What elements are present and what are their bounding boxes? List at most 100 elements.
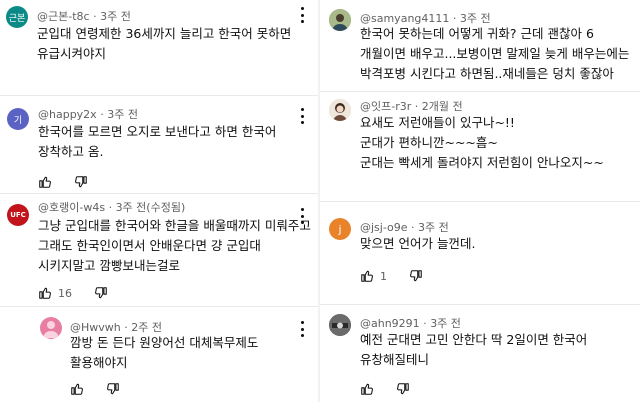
comment-text: 예전 군대면 고민 안한다 딱 2일이면 한국어 유창해질테니 — [360, 330, 587, 370]
person-icon — [43, 321, 59, 338]
thumb-down-icon — [410, 270, 422, 282]
avatar[interactable] — [329, 9, 351, 31]
comment-meta: @잇프-r3r · 2개월 전 — [360, 98, 463, 114]
thumb-up-icon — [361, 270, 373, 282]
dislike-button[interactable] — [106, 382, 120, 396]
comment-actions — [360, 381, 432, 397]
meta-separator: · — [108, 201, 113, 214]
comment-text: 한국어 못하는데 어떻게 귀화? 근데 괜찮아 6 개월이면 배우고...보병이… — [360, 24, 629, 84]
comment-actions: 16 — [38, 285, 130, 301]
thumb-down-icon — [75, 176, 87, 188]
meta-separator: · — [411, 221, 415, 234]
comment-line: 장착하고 옴. — [38, 144, 104, 159]
comment-line: 요새도 저런애들이 있구나~!! — [360, 115, 515, 130]
comment-meta: @ahn9291 · 3주 전 — [360, 315, 461, 331]
thumb-down-icon — [95, 287, 107, 299]
comment: @ahn9291 · 3주 전 예전 군대면 고민 안한다 딱 2일이면 한국어… — [320, 305, 640, 402]
comment-line: 시키지말고 깜빵보내는걸로 — [38, 258, 180, 273]
comment-line: 깜방 돈 든다 원양어선 대체복무제도 — [70, 335, 259, 350]
author-handle[interactable]: @jsj-o9e — [360, 221, 408, 234]
thumb-up-icon — [71, 383, 83, 395]
comment-text: 군입대 연령제한 36세까지 늘리고 한국어 못하면 유급시켜야지 — [37, 24, 291, 64]
comment-line: 군대는 빡세게 돌려야지 저런힘이 안나오지~~ — [360, 155, 604, 170]
dislike-button[interactable] — [409, 269, 423, 283]
more-options-icon[interactable] — [299, 208, 305, 224]
comment-line: 군입대 연령제한 36세까지 늘리고 한국어 못하면 — [37, 26, 292, 41]
avatar-initials: UFC — [10, 211, 26, 219]
like-button[interactable] — [360, 382, 374, 396]
comment-line: 활용해야지 — [70, 355, 128, 370]
comment-line: 예전 군대면 고민 안한다 딱 2일이면 한국어 — [360, 332, 588, 347]
comment-meta: @happy2x · 3주 전 — [38, 106, 138, 122]
avatar[interactable] — [40, 317, 62, 339]
dislike-button[interactable] — [94, 286, 108, 300]
avatar[interactable]: 근본 — [6, 6, 28, 28]
comment-actions — [70, 381, 142, 397]
like-count: 16 — [58, 286, 72, 300]
comment-line: 유급시켜야지 — [37, 46, 107, 61]
thumb-up-icon — [39, 176, 51, 188]
comment-actions: 1 — [360, 268, 445, 284]
comment-line: 그래도 한국인이면서 안배운다면 걍 군입대 — [38, 238, 261, 253]
thumb-up-icon — [39, 287, 51, 299]
comment: 근본 @근본-t8c · 3주 전 군입대 연령제한 36세까지 늘리고 한국어… — [0, 0, 320, 95]
avatar[interactable]: 기 — [7, 108, 29, 130]
meta-separator: · — [414, 100, 419, 113]
avatar-initials: 기 — [13, 115, 23, 126]
author-handle[interactable]: @잇프-r3r — [360, 100, 411, 113]
like-button[interactable] — [70, 382, 84, 396]
comment-line: 한국어를 모르면 오지로 보낸다고 하면 한국어 — [38, 124, 277, 139]
comment-line: 유창해질테니 — [360, 352, 430, 367]
comment: @samyang4111 · 3주 전 한국어 못하는데 어떻게 귀화? 근데 … — [320, 0, 640, 91]
comment-time: 3주 전(수정됨) — [115, 201, 186, 214]
profile-photo-icon — [329, 9, 351, 31]
avatar-initials: 근본 — [8, 13, 26, 24]
comment: UFC @호랭이-w4s · 3주 전(수정됨) 그냥 군입대를 한국어와 한글… — [0, 194, 320, 306]
comment: @잇프-r3r · 2개월 전 요새도 저런애들이 있구나~!! 군대가 편하니… — [320, 92, 640, 201]
comment-meta: @근본-t8c · 3주 전 — [37, 8, 131, 24]
comment-time: 2개월 전 — [421, 100, 463, 113]
comment-meta: @jsj-o9e · 3주 전 — [360, 219, 449, 235]
author-handle[interactable]: @ahn9291 — [360, 317, 420, 330]
reply: @Hwvwh · 2주 전 깜방 돈 든다 원양어선 대체복무제도 활용해야지 — [0, 307, 320, 402]
like-button[interactable]: 1 — [360, 269, 387, 283]
comment-text: 깜방 돈 든다 원양어선 대체복무제도 활용해야지 — [70, 333, 258, 373]
comment-line: 그냥 군입대를 한국어와 한글을 배울때까지 미뤄주고 — [38, 218, 311, 233]
comment-time: 3주 전 — [100, 10, 131, 23]
like-button[interactable] — [38, 175, 52, 189]
avatar[interactable]: j — [329, 218, 351, 240]
comment-line: 맞으면 언어가 늘껀데. — [360, 236, 476, 251]
comment-text: 요새도 저런애들이 있구나~!! 군대가 편하니깐~~~흠~ 군대는 빡세게 돌… — [360, 113, 604, 173]
comment-line: 박격포병 시킨다고 하면됨..재네들은 덩치 좋잖아 — [360, 66, 614, 81]
author-handle[interactable]: @happy2x — [38, 108, 97, 121]
comment-time: 3주 전 — [430, 317, 461, 330]
comment-line: 개월이면 배우고...보병이면 말제일 늦게 배우는에는 — [360, 46, 630, 61]
meta-separator: · — [100, 108, 104, 121]
comment-text: 한국어를 모르면 오지로 보낸다고 하면 한국어 장착하고 옴. — [38, 122, 276, 162]
avatar[interactable] — [329, 314, 351, 336]
comment-actions — [38, 174, 110, 190]
thumb-down-icon — [107, 383, 119, 395]
profile-photo-icon — [329, 99, 351, 121]
avatar[interactable]: UFC — [7, 204, 29, 226]
meta-separator: · — [423, 317, 427, 330]
dislike-button[interactable] — [396, 382, 410, 396]
comment: 기 @happy2x · 3주 전 한국어를 모르면 오지로 보낸다고 하면 한… — [0, 96, 320, 193]
like-button[interactable]: 16 — [38, 286, 72, 300]
dislike-button[interactable] — [74, 175, 88, 189]
author-handle[interactable]: @호랭이-w4s — [38, 201, 105, 214]
profile-photo-icon — [329, 314, 351, 336]
comment: j @jsj-o9e · 3주 전 맞으면 언어가 늘껀데. 1 — [320, 202, 640, 304]
avatar-initials: j — [338, 222, 342, 236]
thumb-up-icon — [361, 383, 373, 395]
avatar[interactable] — [329, 99, 351, 121]
comment-line: 한국어 못하는데 어떻게 귀화? 근데 괜찮아 6 — [360, 26, 594, 41]
more-options-icon[interactable] — [299, 7, 305, 23]
more-options-icon[interactable] — [299, 108, 305, 124]
more-options-icon[interactable] — [299, 321, 305, 337]
comment-time: 3주 전 — [107, 108, 138, 121]
comment-time: 3주 전 — [418, 221, 449, 234]
meta-separator: · — [93, 10, 97, 23]
like-count: 1 — [380, 269, 387, 283]
author-handle[interactable]: @근본-t8c — [37, 10, 90, 23]
